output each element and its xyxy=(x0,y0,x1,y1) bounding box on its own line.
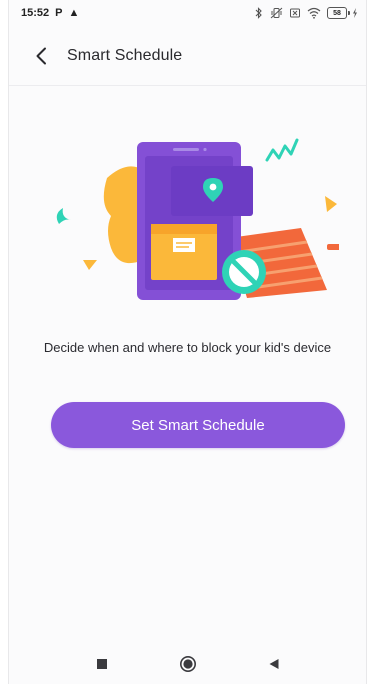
schedule-illustration xyxy=(56,138,339,300)
battery-level: 58 xyxy=(327,7,347,19)
status-right: 58 xyxy=(254,7,358,19)
chevron-left-icon xyxy=(36,47,46,65)
status-time: 15:52 xyxy=(21,7,50,19)
recent-apps-button[interactable] xyxy=(90,652,114,676)
vibrate-icon xyxy=(270,7,283,19)
home-icon xyxy=(179,656,196,672)
orange-dash-shape xyxy=(327,244,339,250)
page-title: Smart Schedule xyxy=(67,47,183,64)
set-smart-schedule-button[interactable]: Set Smart Schedule xyxy=(51,402,345,448)
back-icon xyxy=(269,659,278,669)
yellow-small-triangle-shape xyxy=(83,260,97,270)
wifi-icon xyxy=(307,7,321,19)
yellow-triangle-shape xyxy=(325,196,337,212)
system-back-button[interactable] xyxy=(262,652,286,676)
block-sign-icon xyxy=(222,250,266,294)
status-left: 15:52 P ▲ xyxy=(21,7,79,19)
header-divider xyxy=(9,85,366,86)
app-screen: 15:52 P ▲ 58 Smart Schedule Decide when … xyxy=(8,0,367,684)
sim-icon xyxy=(289,7,301,19)
teal-zigzag-shape xyxy=(265,138,299,162)
battery-icon: 58 xyxy=(327,7,358,19)
status-bar: 15:52 P ▲ 58 xyxy=(9,0,366,26)
description-text: Decide when and where to block your kid'… xyxy=(43,340,332,355)
system-nav-bar xyxy=(9,648,366,680)
home-button[interactable] xyxy=(176,652,200,676)
warning-icon: ▲ xyxy=(68,6,80,19)
parking-icon: P xyxy=(55,6,63,19)
teal-crescent-shape xyxy=(56,208,71,224)
app-header: Smart Schedule xyxy=(9,34,366,78)
recent-apps-icon xyxy=(96,659,107,669)
bluetooth-icon xyxy=(254,7,264,19)
back-button[interactable] xyxy=(25,40,57,72)
